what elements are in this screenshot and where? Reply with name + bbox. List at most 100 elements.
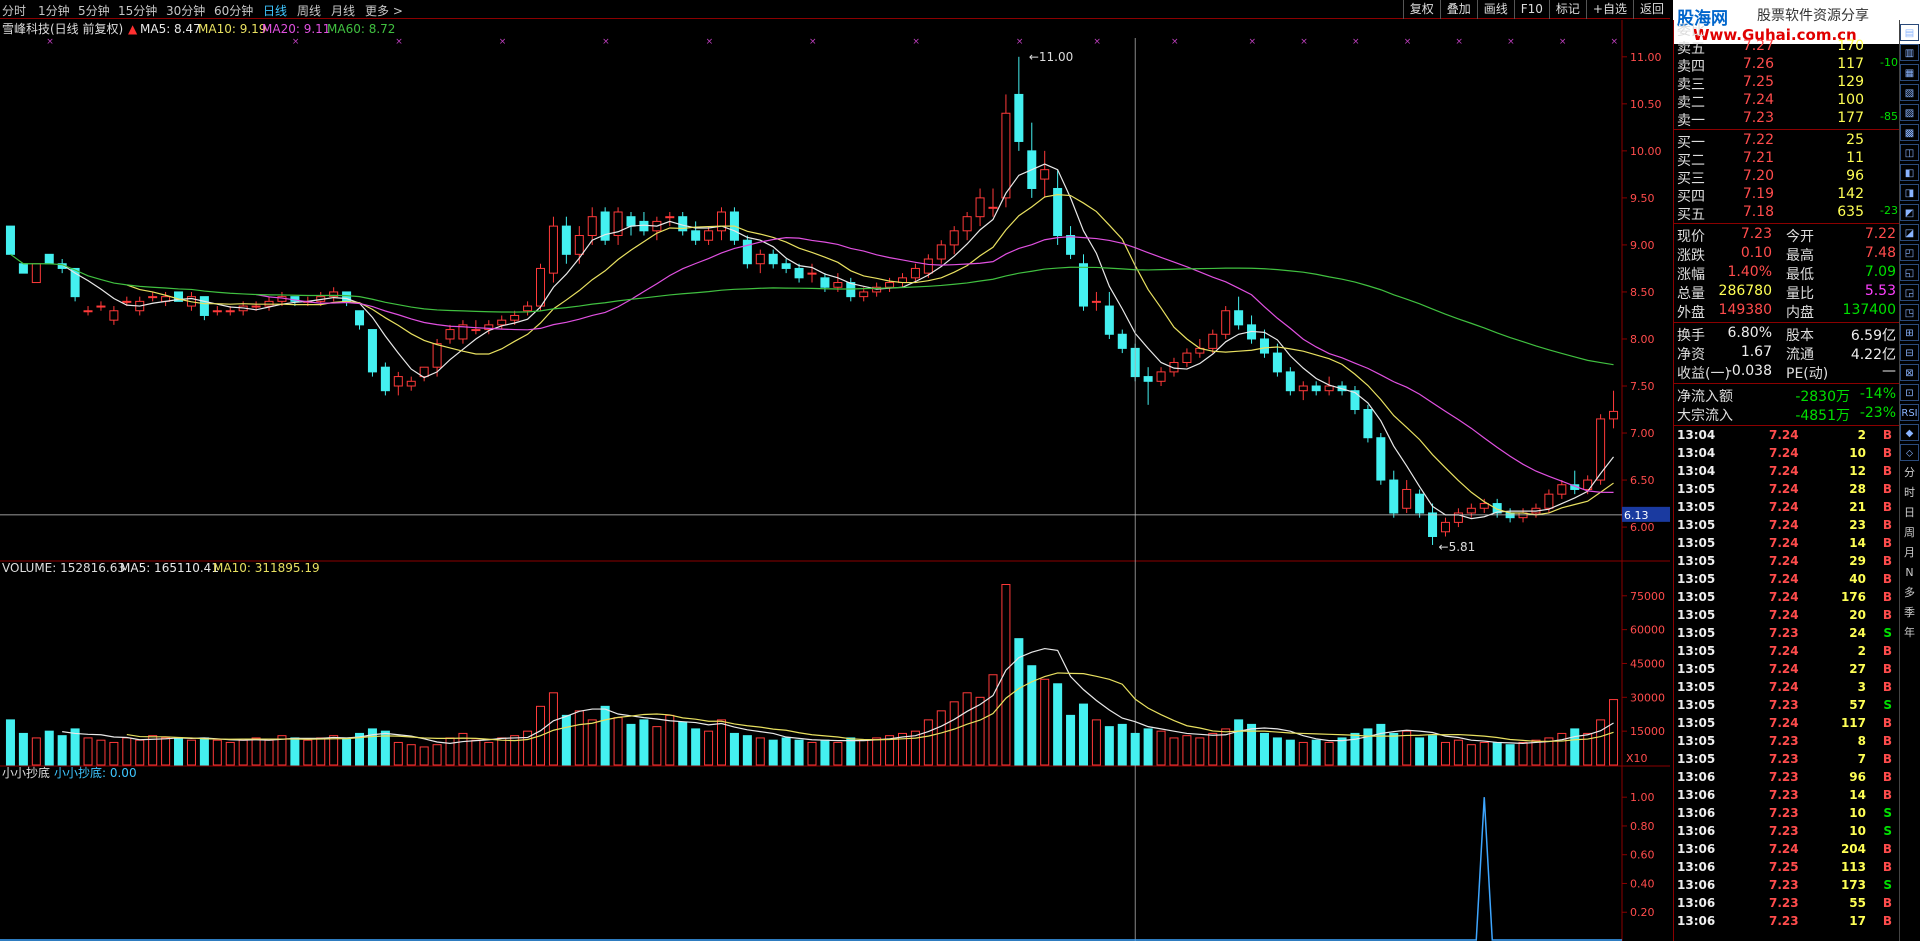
- tool-icon[interactable]: ⬦: [1900, 444, 1919, 461]
- tool-icon[interactable]: ◆: [1900, 424, 1919, 441]
- info2-row-1: 净资 1.67 流通 4.22亿: [1674, 344, 1900, 363]
- period-shortcut-8[interactable]: 年: [1900, 624, 1919, 641]
- tab-2[interactable]: 5分钟: [78, 2, 110, 19]
- ind-tick-label: 1.00: [1630, 791, 1655, 804]
- tool-icon[interactable]: ◰: [1900, 244, 1919, 261]
- tick-time: 13:05: [1677, 536, 1716, 550]
- toolbar-button-3[interactable]: F10: [1513, 0, 1549, 19]
- bid-row-4: 买五 7.18 635 -23: [1674, 204, 1900, 223]
- ma10-line: [126, 193, 1614, 516]
- volume-bar: [445, 737, 455, 766]
- toolbar-button-6[interactable]: 返回: [1632, 0, 1670, 19]
- quote-volume: 100: [1837, 92, 1864, 108]
- period-shortcut-3[interactable]: 周: [1900, 524, 1919, 541]
- tool-icon[interactable]: ◱: [1900, 264, 1919, 281]
- volume-bar: [44, 730, 54, 766]
- tool-icon[interactable]: ▥: [1900, 44, 1919, 61]
- volume-bar: [613, 717, 623, 766]
- tool-icon[interactable]: ◪: [1900, 224, 1919, 241]
- volume-bar: [846, 737, 856, 766]
- quote-price: 7.21: [1742, 150, 1774, 166]
- tab-4[interactable]: 30分钟: [166, 2, 205, 19]
- chart-area[interactable]: 雪峰科技(日线 前复权) ▲ MA5: 8.47MA10: 9.19MA20: 9.…: [0, 20, 1670, 941]
- tick-time: 13:05: [1677, 716, 1716, 730]
- info-row-3: 总量 286780 量比 5.53: [1674, 283, 1900, 302]
- candle-body: [109, 310, 119, 321]
- quote-label: 卖一: [1677, 113, 1705, 129]
- tool-icon[interactable]: ◳: [1900, 304, 1919, 321]
- toolbar-button-2[interactable]: 画线: [1476, 0, 1514, 19]
- volume-bar: [329, 735, 339, 766]
- toolbar-button-0[interactable]: 复权: [1402, 0, 1440, 19]
- tab-1[interactable]: 1分钟: [38, 2, 70, 19]
- info-label-2: 流通: [1786, 347, 1814, 363]
- tick-side: B: [1882, 644, 1892, 658]
- tab-0[interactable]: 分时: [2, 2, 26, 19]
- volume-bar: [768, 739, 778, 766]
- candle-body: [833, 282, 843, 288]
- tab-6[interactable]: 日线: [263, 2, 287, 19]
- candle-body: [1117, 333, 1127, 349]
- tool-icon[interactable]: ◧: [1900, 164, 1919, 181]
- quote-panel: 委比 卖五 7.27 170 卖四 7.26 117 -10 卖三 7.25 129 卖二 7.24 10…: [1673, 20, 1900, 941]
- price-tick-label: 8.50: [1630, 286, 1655, 299]
- tool-icon[interactable]: ⊠: [1900, 364, 1919, 381]
- quote-price: 7.23: [1742, 110, 1774, 126]
- tool-icon[interactable]: ◨: [1900, 184, 1919, 201]
- tick-price: 7.24: [1769, 608, 1799, 622]
- volume-bar: [174, 737, 184, 766]
- candle-body: [1609, 410, 1619, 420]
- tab-3[interactable]: 15分钟: [118, 2, 157, 19]
- tool-icon[interactable]: ▦: [1900, 64, 1919, 81]
- toolbar-button-1[interactable]: 叠加: [1439, 0, 1477, 19]
- period-shortcut-6[interactable]: 多: [1900, 584, 1919, 601]
- tool-icon[interactable]: ⊟: [1900, 344, 1919, 361]
- tool-icon[interactable]: RSI: [1900, 404, 1919, 421]
- tool-icon[interactable]: ⊡: [1900, 384, 1919, 401]
- tool-icon[interactable]: ◩: [1900, 204, 1919, 221]
- vol-ma10-line: [126, 672, 1614, 742]
- tick-volume: 3: [1857, 680, 1866, 694]
- tick-row: 13:05 7.24 27 B: [1674, 662, 1900, 680]
- tool-icon[interactable]: ▩: [1900, 124, 1919, 141]
- candle-body: [1505, 512, 1515, 519]
- toolbar-button-4[interactable]: 标记: [1548, 0, 1586, 19]
- tab-9[interactable]: 更多 >: [365, 2, 403, 19]
- tool-icon[interactable]: ▤: [1900, 24, 1919, 41]
- period-shortcut-5[interactable]: N: [1900, 564, 1919, 581]
- up-arrow-icon: ▲: [128, 22, 138, 36]
- quote-price: 7.26: [1742, 56, 1774, 72]
- candle-body: [1078, 263, 1088, 307]
- tick-volume: 21: [1849, 500, 1866, 514]
- tool-icon[interactable]: ▨: [1900, 104, 1919, 121]
- tab-7[interactable]: 周线: [297, 2, 321, 19]
- info-label: 涨跌: [1677, 248, 1705, 264]
- tool-icon[interactable]: ◫: [1900, 144, 1919, 161]
- tab-5[interactable]: 60分钟: [214, 2, 253, 19]
- period-shortcut-2[interactable]: 日: [1900, 504, 1919, 521]
- tab-8[interactable]: 月线: [331, 2, 355, 19]
- volume-bar: [1479, 741, 1489, 766]
- toolbar-button-5[interactable]: +自选: [1585, 0, 1633, 19]
- info-value: 286780: [1718, 283, 1772, 299]
- vol-tick-label: 60000: [1630, 624, 1665, 637]
- ask-row-2: 卖四 7.26 117 -10: [1674, 56, 1900, 75]
- tool-icon[interactable]: ◲: [1900, 284, 1919, 301]
- tool-icon[interactable]: ⊞: [1900, 324, 1919, 341]
- period-shortcut-4[interactable]: 月: [1900, 544, 1919, 561]
- period-shortcut-1[interactable]: 时: [1900, 484, 1919, 501]
- volume-bar: [1440, 741, 1450, 766]
- period-shortcut-0[interactable]: 分: [1900, 464, 1919, 481]
- volume-bar: [432, 744, 442, 766]
- period-shortcut-7[interactable]: 季: [1900, 604, 1919, 621]
- tool-icon[interactable]: ▧: [1900, 84, 1919, 101]
- volume-bar: [96, 739, 106, 766]
- volume-bar: [1596, 719, 1606, 766]
- volume-bar: [1195, 737, 1205, 766]
- ind-tick-label: 0.60: [1630, 849, 1655, 862]
- candle-body: [1376, 437, 1386, 481]
- info-label: 涨幅: [1677, 267, 1705, 283]
- tick-price: 7.24: [1769, 842, 1799, 856]
- signal-marker: ×: [1352, 37, 1360, 47]
- volume-bar: [1234, 719, 1244, 766]
